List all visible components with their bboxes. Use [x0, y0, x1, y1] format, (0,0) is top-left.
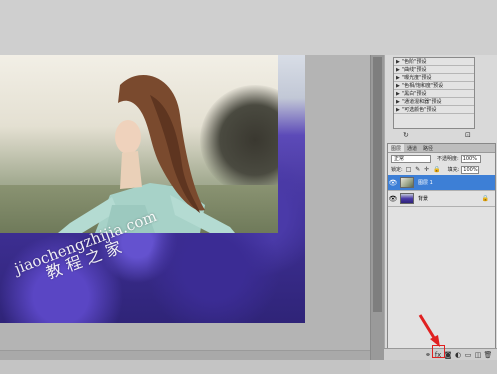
vertical-scrollbar[interactable] — [370, 55, 384, 360]
layer-row-layer1[interactable]: 👁 图层 1 — [388, 175, 495, 191]
preset-item[interactable]: ▶ "色阶"预设 — [394, 58, 474, 66]
adjustment-layer-icon[interactable]: ◐ — [453, 351, 463, 359]
lock-icon: 🔒 — [481, 195, 489, 202]
preset-item[interactable]: ▶ "黑白"预设 — [394, 90, 474, 98]
preset-item-label: "曲线"预设 — [401, 67, 427, 73]
fill-input[interactable]: 100% — [461, 165, 480, 174]
lock-label: 锁定: — [391, 167, 403, 173]
preset-item[interactable]: ▶ "曲线"预设 — [394, 66, 474, 74]
layer-name: 图层 1 — [418, 180, 433, 186]
blend-mode-row: 正常 不透明度: 100% — [388, 153, 495, 164]
expand-triangle-icon[interactable]: ▶ — [396, 75, 400, 81]
preset-item[interactable]: ▶ "可选颜色"预设 — [394, 106, 474, 114]
new-layer-icon[interactable]: ◫ — [473, 351, 483, 359]
layer-row-background[interactable]: 👁 背景 🔒 — [388, 191, 495, 207]
layer-thumbnail — [400, 193, 414, 204]
expand-triangle-icon[interactable]: ▶ — [396, 67, 400, 73]
tab-paths[interactable]: 路径 — [420, 144, 436, 152]
layer-thumbnail — [400, 177, 414, 188]
blend-mode-select[interactable]: 正常 — [391, 154, 431, 163]
expand-triangle-icon[interactable]: ▶ — [396, 91, 400, 97]
expand-triangle-icon[interactable]: ▶ — [396, 59, 400, 65]
preset-item-label: "通道混和器"预设 — [401, 99, 442, 105]
options-bar — [0, 0, 497, 55]
visibility-eye-icon[interactable]: 👁 — [388, 179, 398, 187]
horizontal-scrollbar[interactable] — [0, 360, 370, 374]
document-canvas[interactable]: jiaochengzhijia.com 教程之家 — [0, 55, 305, 323]
expand-triangle-icon[interactable]: ▶ — [396, 99, 400, 105]
tab-channels[interactable]: 通道 — [404, 144, 420, 152]
scrollbar-thumb[interactable] — [373, 57, 382, 312]
expand-triangle-icon[interactable]: ▶ — [396, 107, 400, 113]
lock-options-icon[interactable]: □ ✎ ✛ 🔒 — [406, 166, 442, 173]
fill-label: 填充: — [447, 167, 460, 173]
lock-row: 锁定: □ ✎ ✛ 🔒 填充: 100% — [388, 164, 495, 175]
preset-item-label: "黑白"预设 — [401, 91, 427, 97]
new-group-icon[interactable]: ▭ — [463, 351, 473, 359]
presets-footer: ↻ ⊡ — [395, 131, 485, 139]
preset-item-label: "曝光度"预设 — [401, 75, 432, 81]
preset-item-label: "色相/饱和度"预设 — [401, 83, 444, 89]
clip-icon[interactable]: ⊡ — [465, 131, 471, 139]
adjustments-presets-panel: ▶ "色阶"预设 ▶ "曲线"预设 ▶ "曝光度"预设 ▶ "色相/饱和度"预设 ▶ "黑… — [393, 57, 475, 129]
expand-triangle-icon[interactable]: ▶ — [396, 83, 400, 89]
layer-name: 背景 — [418, 196, 429, 202]
girl-photo-layer — [0, 55, 278, 233]
preset-item-label: "可选颜色"预设 — [401, 107, 437, 113]
preset-item[interactable]: ▶ "曝光度"预设 — [394, 74, 474, 82]
preset-item-label: "色阶"预设 — [401, 59, 427, 65]
reset-icon[interactable]: ↻ — [403, 131, 409, 139]
status-bar — [0, 350, 370, 360]
preset-item[interactable]: ▶ "通道混和器"预设 — [394, 98, 474, 106]
red-arrow-icon — [418, 314, 440, 347]
delete-layer-icon[interactable]: 🗑 — [483, 351, 493, 359]
layers-panel-tabs: 图层 通道 路径 — [388, 144, 495, 153]
preset-item[interactable]: ▶ "色相/饱和度"预设 — [394, 82, 474, 90]
tab-layers[interactable]: 图层 — [388, 144, 405, 152]
opacity-label: 不透明度: — [437, 156, 459, 162]
woman-figure — [58, 75, 235, 233]
visibility-eye-icon[interactable]: 👁 — [388, 195, 398, 203]
opacity-input[interactable]: 100% — [460, 154, 481, 163]
